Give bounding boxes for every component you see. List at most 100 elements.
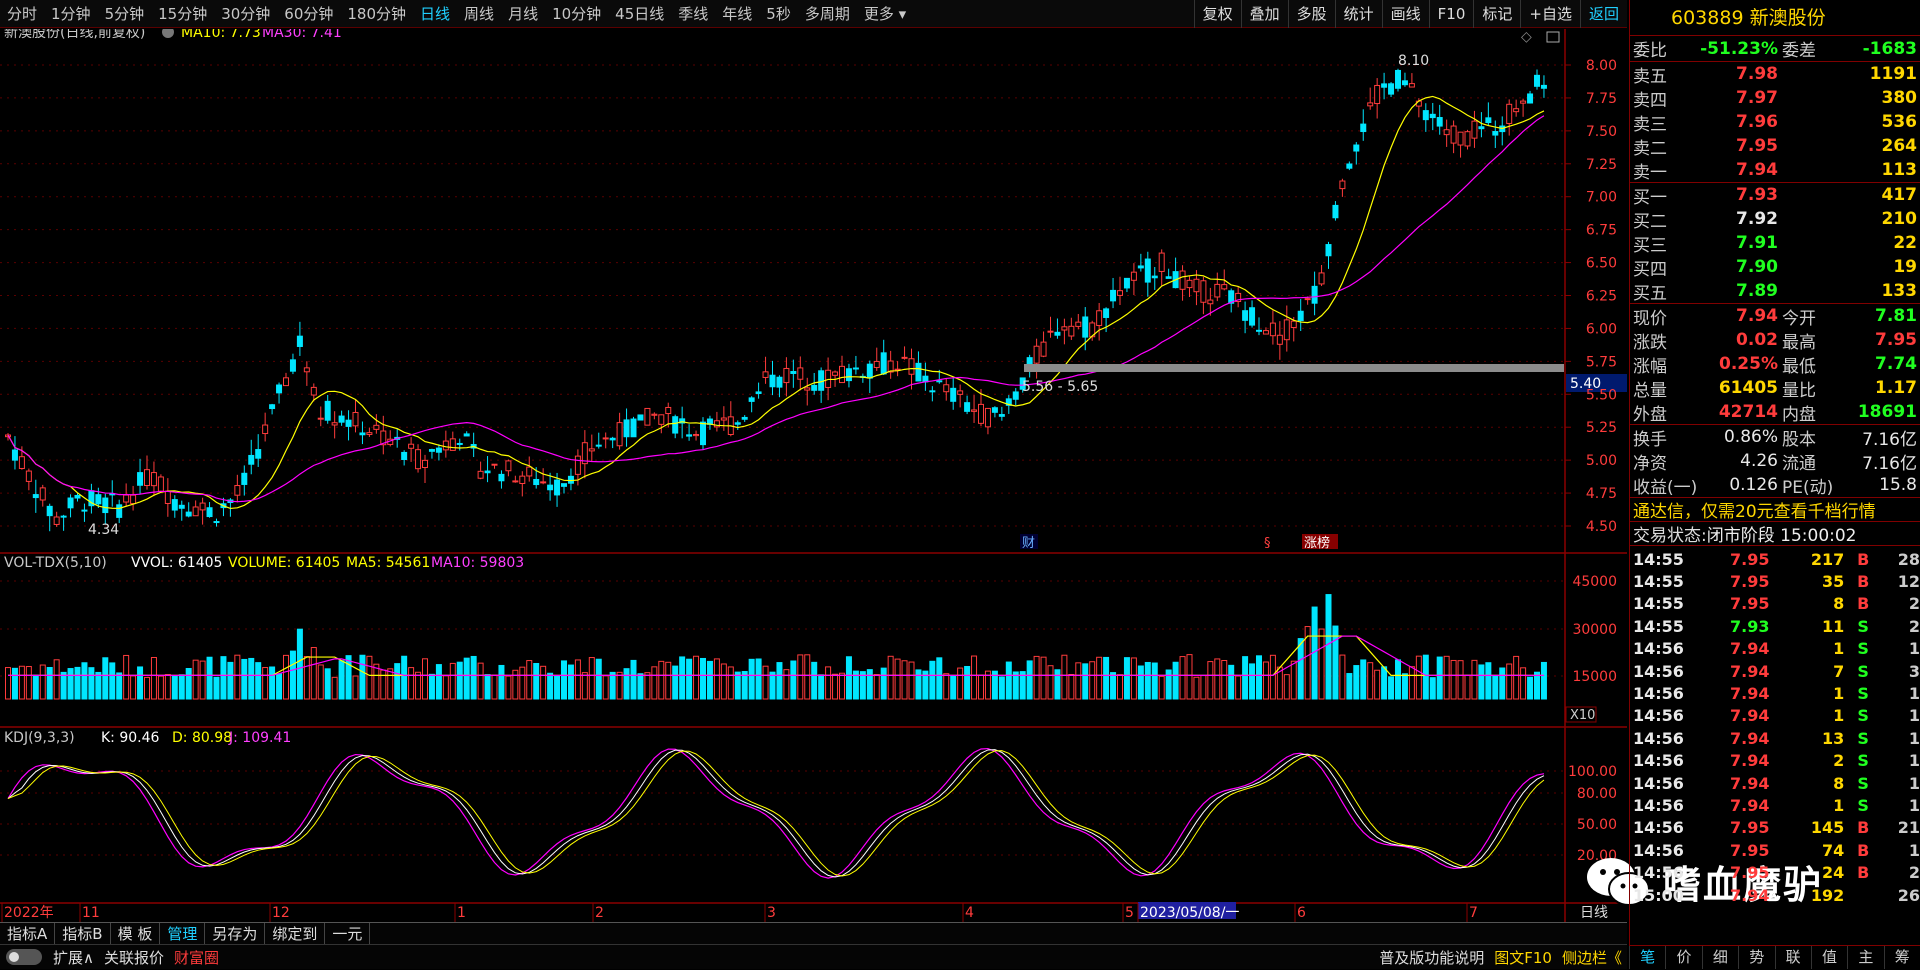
vol-ma10-legend: MA10: 59803 — [431, 555, 524, 571]
volume-bar — [428, 673, 435, 700]
candle-body — [1457, 131, 1464, 146]
indicator-btn-1[interactable]: 指标B — [55, 923, 111, 944]
volume-bar — [1325, 594, 1332, 700]
candle-body — [880, 352, 887, 375]
diamond-icon[interactable]: ◇ — [1521, 29, 1532, 45]
volume-label: VOL-TDX(5,10) — [4, 555, 107, 571]
volume-bar — [1249, 663, 1256, 700]
period-15[interactable]: 多周期 — [798, 0, 857, 28]
candle-body — [1207, 299, 1214, 305]
tool-5[interactable]: F10 — [1428, 0, 1474, 28]
bottom-right-2[interactable]: 侧边栏《 — [1557, 947, 1627, 968]
volume-bar — [401, 655, 408, 700]
volume-bar — [679, 656, 686, 700]
period-0[interactable]: 分时 — [0, 0, 44, 28]
period-7[interactable]: 日线 — [413, 0, 457, 28]
chart-tools: 复权 叠加 多股 统计 画线 F10 标记 +自选 返回 — [1193, 0, 1627, 28]
period-9[interactable]: 月线 — [501, 0, 545, 28]
indicator-btn-0[interactable]: 指标A — [0, 923, 56, 944]
volume-bar — [720, 663, 727, 700]
candle-body — [164, 490, 171, 504]
period-13[interactable]: 年线 — [715, 0, 759, 28]
volume-bar — [234, 654, 241, 700]
tool-1[interactable]: 叠加 — [1240, 0, 1288, 28]
quote-panel: 603889 新澳股份 委比 -51.23% 委差 -1683 卖五 7.98 11… — [1629, 0, 1920, 969]
candle-body — [213, 521, 220, 524]
indicator-btn-4[interactable]: 另存为 — [205, 923, 266, 944]
bottom-btn-0[interactable]: 扩展∧ — [48, 947, 99, 968]
candle-body — [783, 367, 790, 384]
period-12[interactable]: 季线 — [671, 0, 715, 28]
volume-bar — [1221, 659, 1228, 700]
candle-body — [463, 433, 470, 437]
volume-bar — [1117, 674, 1123, 700]
chart-area[interactable]: 新澳股份(日线,前复权) MA10: 7.73 MA30: 7.41 8.10 … — [0, 29, 1627, 922]
candle-body — [512, 480, 519, 483]
bottom-btn-2[interactable]: 财富圈 — [169, 947, 224, 968]
toggle-switch[interactable] — [6, 949, 42, 965]
candle-body — [1464, 131, 1471, 147]
price-tick: 8.00 — [1586, 58, 1617, 74]
tool-3[interactable]: 统计 — [1334, 0, 1382, 28]
period-6[interactable]: 180分钟 — [340, 0, 413, 28]
indicator-btn-6[interactable]: 一元 — [325, 923, 371, 944]
settings-circle-icon[interactable] — [162, 29, 174, 38]
period-10[interactable]: 10分钟 — [545, 0, 608, 28]
tool-7[interactable]: +自选 — [1520, 0, 1580, 28]
price-tick: 7.75 — [1586, 91, 1617, 107]
volume-bar — [880, 667, 887, 700]
right-tab-0[interactable]: 笔 — [1629, 946, 1665, 969]
period-16[interactable]: 更多 ▾ — [857, 0, 913, 28]
candle-body — [484, 470, 491, 474]
candle-body — [1276, 334, 1283, 345]
finance-marker[interactable]: 财 — [1022, 536, 1035, 551]
section-marker[interactable]: § — [1264, 536, 1271, 551]
right-tab-6[interactable]: 主 — [1847, 946, 1883, 969]
window-icon[interactable] — [1546, 31, 1560, 43]
candle-body — [1290, 320, 1297, 329]
candle-body — [533, 478, 540, 486]
candle-body — [401, 451, 408, 460]
tool-4[interactable]: 画线 — [1381, 0, 1429, 28]
tool-2[interactable]: 多股 — [1287, 0, 1335, 28]
volume-bar — [540, 665, 547, 700]
ad-text[interactable]: 通达信，仅需20元查看千档行情 — [1630, 497, 1876, 522]
indicator-btn-2[interactable]: 模 板 — [111, 923, 161, 944]
volume-bar — [1054, 669, 1061, 700]
bottom-right-0[interactable]: 普及版功能说明 — [1374, 947, 1489, 968]
period-14[interactable]: 5秒 — [759, 0, 798, 28]
tool-6[interactable]: 标记 — [1473, 0, 1520, 28]
period-1[interactable]: 1分钟 — [44, 0, 98, 28]
right-tab-4[interactable]: 联 — [1774, 946, 1811, 969]
candle-body — [957, 390, 964, 395]
candle-body — [192, 506, 199, 517]
period-5[interactable]: 60分钟 — [277, 0, 340, 28]
volume-bar — [144, 676, 150, 700]
candle-body — [449, 438, 456, 451]
right-tab-3[interactable]: 势 — [1738, 946, 1774, 969]
period-11[interactable]: 45日线 — [608, 0, 671, 28]
period-2[interactable]: 5分钟 — [98, 0, 152, 28]
tool-0[interactable]: 复权 — [1193, 0, 1241, 28]
indicator-btn-3[interactable]: 管理 — [160, 923, 206, 944]
right-tab-5[interactable]: 值 — [1810, 946, 1847, 969]
bottom-btn-1[interactable]: 关联报价 — [99, 947, 169, 968]
period-4[interactable]: 30分钟 — [214, 0, 277, 28]
indicator-btn-5[interactable]: 绑定到 — [265, 923, 326, 944]
ad-row[interactable]: 通达信，仅需20元查看千档行情 — [1630, 497, 1920, 522]
candle-body — [248, 454, 255, 465]
tool-8[interactable]: 返回 — [1579, 0, 1627, 28]
right-tab-7[interactable]: 筹 — [1883, 946, 1920, 969]
top-list-marker[interactable]: 涨榜 — [1304, 535, 1330, 551]
price-tick: 6.25 — [1586, 289, 1617, 305]
right-tab-1[interactable]: 价 — [1665, 946, 1701, 969]
trade-row: 14:56 7.94 1 S 1 — [1633, 706, 1920, 726]
volume-bar — [644, 672, 651, 700]
volume-bar — [81, 662, 88, 700]
period-3[interactable]: 15分钟 — [151, 0, 214, 28]
period-8[interactable]: 周线 — [457, 0, 501, 28]
right-tab-2[interactable]: 细 — [1701, 946, 1738, 969]
bottom-right-1[interactable]: 图文F10 — [1489, 947, 1557, 968]
candle-body — [1450, 125, 1457, 144]
candle-body — [644, 407, 651, 426]
